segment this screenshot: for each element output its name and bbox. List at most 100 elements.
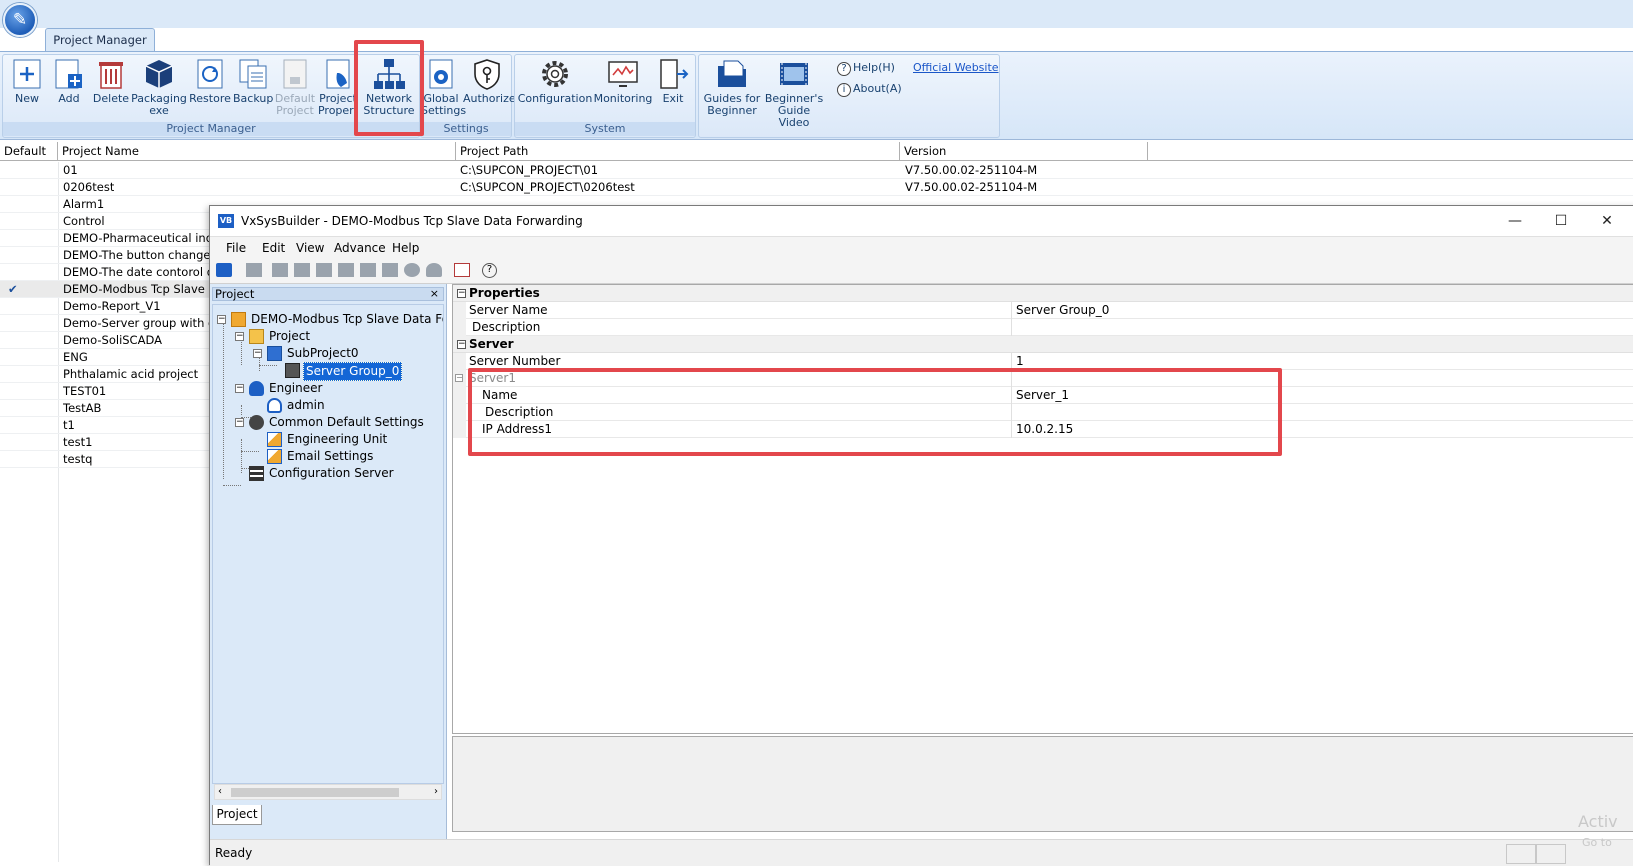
official-website-link[interactable]: Official Website (913, 61, 999, 74)
new-button[interactable]: New (7, 57, 47, 105)
status-panel (1506, 844, 1536, 864)
col-header-default[interactable]: Default (0, 142, 58, 161)
col-header-project-path[interactable]: Project Path (456, 142, 900, 161)
close-button[interactable]: ✕ (1592, 210, 1622, 232)
scroll-left-icon[interactable]: ‹ (218, 786, 222, 797)
help-link[interactable]: ? Help(H) (837, 61, 895, 76)
server-link-icon[interactable] (316, 263, 332, 277)
tree-node-label: Configuration Server (269, 466, 394, 480)
delete-button[interactable]: Delete (91, 57, 131, 105)
collapse-icon[interactable]: − (455, 374, 463, 382)
server-group-icon[interactable] (338, 263, 354, 277)
table-row[interactable]: 0206test C:\SUPCON_PROJECT\0206test V7.50.… (0, 179, 1633, 196)
save-icon[interactable] (216, 263, 232, 277)
collapse-icon[interactable]: − (235, 384, 244, 393)
backup-button[interactable]: Backup (233, 57, 273, 105)
tree-node-engineering-unit[interactable]: Engineering Unit (251, 431, 441, 448)
collapse-icon[interactable]: − (235, 418, 244, 427)
pm-title-bar (0, 0, 1633, 28)
category-server[interactable]: − Server (453, 336, 1633, 353)
authorize-button[interactable]: Authorize (463, 57, 516, 105)
video-film-icon (777, 57, 811, 91)
screen-icon[interactable] (360, 263, 376, 277)
tree-node-root[interactable]: − DEMO-Modbus Tcp Slave Data Forwa (215, 311, 443, 328)
help-icon[interactable]: ? (482, 263, 497, 278)
packaging-exe-button[interactable]: Packaging exe (131, 57, 187, 117)
project-tree-panel: Project × − DEMO-Modbus Tcp Slave Data F… (210, 284, 447, 839)
minimize-button[interactable]: — (1500, 210, 1530, 232)
server-add-icon[interactable] (294, 263, 310, 277)
global-settings-button[interactable]: Global Settings (421, 57, 466, 117)
cell-project-name: DEMO-Pharmaceutical indu (63, 231, 221, 245)
row-margin (453, 319, 466, 336)
restore-button[interactable]: Restore (189, 57, 231, 105)
annotation-highlight-network-structure (354, 40, 424, 136)
property-value[interactable]: Server Group_0 (1016, 302, 1109, 319)
collapse-icon[interactable]: − (457, 340, 466, 349)
help-label: Help(H) (853, 61, 895, 74)
user-icon[interactable] (426, 263, 442, 277)
add-icon (52, 57, 86, 91)
property-row-description[interactable]: Description (453, 319, 1633, 336)
global-label-2: Settings (421, 104, 467, 117)
table-row[interactable]: 01 C:\SUPCON_PROJECT\01 V7.50.00.02-251104… (0, 162, 1633, 179)
tab-project-manager[interactable]: Project Manager (45, 28, 155, 52)
app-menu-icon[interactable]: ✎ (3, 3, 37, 37)
window-title-bar[interactable]: VB VxSysBuilder - DEMO-Modbus Tcp Slave … (210, 206, 1633, 236)
tree-node-subproject[interactable]: − SubProject0 (251, 345, 431, 362)
tree-node-configuration-server[interactable]: Configuration Server (233, 465, 443, 482)
property-row-server-name[interactable]: Server Name Server Group_0 (453, 302, 1633, 319)
category-label: Properties (469, 286, 540, 300)
package-box-icon (142, 57, 176, 91)
col-header-version[interactable]: Version (900, 142, 1148, 161)
tree-node-email-settings[interactable]: Email Settings (251, 448, 441, 465)
collapse-icon[interactable]: − (235, 332, 244, 341)
tree-node-admin[interactable]: admin (251, 397, 431, 414)
menu-help[interactable]: Help (392, 241, 419, 255)
trash-icon[interactable] (454, 263, 470, 277)
collapse-icon[interactable]: − (217, 315, 226, 324)
tree-node-common-default-settings[interactable]: − Common Default Settings (233, 414, 443, 431)
default-project-button[interactable]: Default Project (273, 57, 317, 117)
monitoring-button[interactable]: Monitoring (593, 57, 653, 105)
exit-button[interactable]: Exit (653, 57, 693, 105)
guides-for-beginner-button[interactable]: Guides for Beginner (701, 57, 763, 117)
col-header-project-name[interactable]: Project Name (58, 142, 456, 161)
network-node-icon[interactable] (404, 263, 420, 277)
row-margin (453, 421, 466, 438)
new-icon (10, 57, 44, 91)
group-label: Settings (421, 122, 511, 136)
collapse-icon[interactable]: − (457, 289, 466, 298)
menu-edit[interactable]: Edit (262, 241, 285, 255)
project-properties-button[interactable]: Project Propert (317, 57, 359, 117)
add-button[interactable]: Add (49, 57, 89, 105)
station-icon[interactable] (382, 263, 398, 277)
copy-icon[interactable] (246, 263, 262, 277)
beginners-guide-video-button[interactable]: Beginner's Guide Video (761, 57, 827, 129)
project-folder-icon (231, 312, 246, 327)
menu-advance[interactable]: Advance (334, 241, 386, 255)
maximize-button[interactable]: ☐ (1546, 210, 1576, 232)
tree-node-project[interactable]: − Project (233, 328, 433, 345)
scroll-right-icon[interactable]: › (434, 786, 438, 797)
tab-project[interactable]: Project (212, 805, 262, 825)
annotation-highlight-server1-properties (468, 368, 1282, 456)
scrollbar-thumb[interactable] (231, 788, 399, 797)
server-icon[interactable] (272, 263, 288, 277)
close-panel-icon[interactable]: × (430, 288, 439, 300)
about-link[interactable]: i About(A) (837, 82, 902, 97)
horizontal-scrollbar[interactable]: ‹ › (214, 784, 442, 800)
ribbon-group-help: Guides for Beginner Beginner's Guide Vid… (698, 54, 1000, 138)
cell-project-name: DEMO-The date contorol qu (63, 265, 222, 279)
collapse-icon[interactable]: − (253, 349, 262, 358)
menu-file[interactable]: File (226, 241, 246, 255)
property-name: Server Name (469, 303, 548, 317)
configuration-button[interactable]: Configuration (517, 57, 593, 105)
column-divider (1011, 302, 1012, 319)
tree-node-server-group[interactable]: Server Group_0 (269, 362, 429, 381)
packaging-label-2: exe (149, 104, 169, 117)
shield-key-icon (470, 57, 504, 91)
category-properties[interactable]: − Properties (453, 285, 1633, 302)
tree-node-engineer[interactable]: − Engineer (233, 380, 433, 397)
menu-view[interactable]: View (296, 241, 324, 255)
